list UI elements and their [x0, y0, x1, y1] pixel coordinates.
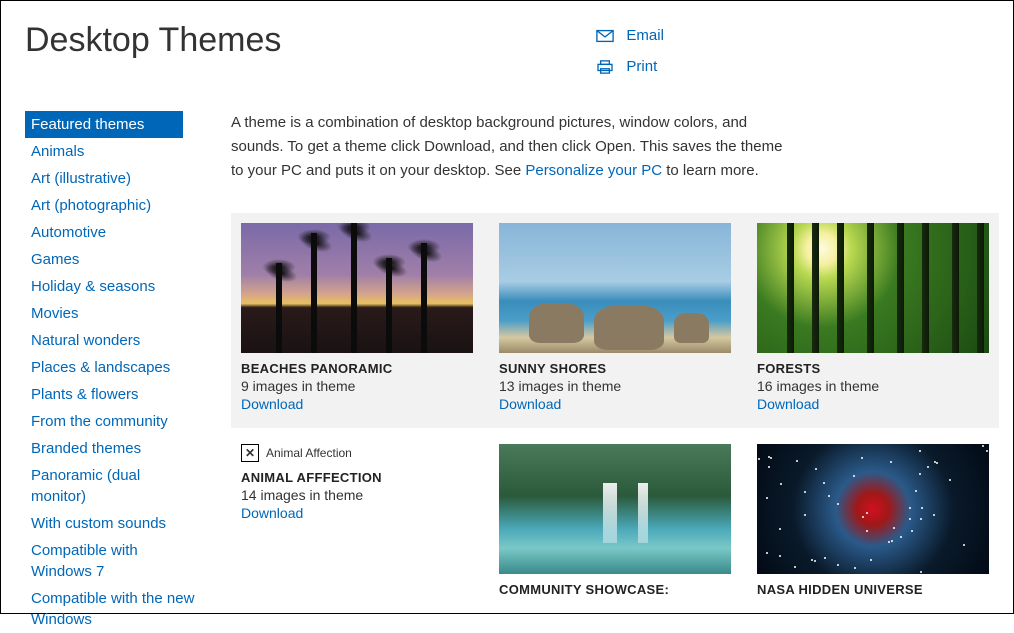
theme-title: BEACHES PANORAMIC — [241, 361, 473, 376]
intro-text: A theme is a combination of desktop back… — [231, 111, 791, 183]
theme-card: SUNNY SHORES 13 images in theme Download — [499, 223, 731, 414]
sidebar-item[interactable]: Games — [25, 246, 205, 273]
theme-thumbnail[interactable] — [499, 223, 731, 353]
sidebar-item[interactable]: Compatible with Windows 7 — [25, 537, 205, 585]
theme-thumbnail[interactable] — [499, 444, 731, 574]
download-link[interactable]: Download — [757, 396, 819, 412]
broken-image: ✕ Animal Affection — [241, 444, 473, 462]
sidebar-item[interactable]: Panoramic (dual monitor) — [25, 462, 205, 510]
sidebar-item[interactable]: Art (photographic) — [25, 192, 205, 219]
email-link[interactable]: Email — [596, 27, 664, 44]
theme-card: NASA HIDDEN UNIVERSE — [757, 444, 989, 597]
print-link[interactable]: Print — [596, 58, 664, 75]
theme-card: FORESTS 16 images in theme Download — [757, 223, 989, 414]
theme-title: NASA HIDDEN UNIVERSE — [757, 582, 989, 597]
theme-count: 16 images in theme — [757, 378, 989, 394]
theme-title: SUNNY SHORES — [499, 361, 731, 376]
email-icon — [596, 29, 614, 43]
sidebar-item[interactable]: Animals — [25, 138, 205, 165]
theme-row-secondary: ✕ Animal Affection ANIMAL AFFFECTION 14 ima… — [231, 444, 999, 597]
theme-card: BEACHES PANORAMIC 9 images in theme Downlo… — [241, 223, 473, 414]
print-icon — [596, 60, 614, 74]
sidebar-item[interactable]: Featured themes — [25, 111, 183, 138]
theme-title: COMMUNITY SHOWCASE: — [499, 582, 731, 597]
theme-count: 14 images in theme — [241, 487, 473, 503]
theme-card: ✕ Animal Affection ANIMAL AFFFECTION 14 ima… — [241, 444, 473, 597]
sidebar-item[interactable]: Natural wonders — [25, 327, 205, 354]
sidebar: Featured themesAnimalsArt (illustrative)… — [25, 111, 205, 633]
theme-count: 9 images in theme — [241, 378, 473, 394]
download-link[interactable]: Download — [499, 396, 561, 412]
sidebar-item[interactable]: Automotive — [25, 219, 205, 246]
theme-title: FORESTS — [757, 361, 989, 376]
sidebar-item[interactable]: Places & landscapes — [25, 354, 205, 381]
broken-image-icon: ✕ — [241, 444, 259, 462]
intro-after: to learn more. — [662, 162, 759, 179]
theme-thumbnail[interactable] — [241, 223, 473, 353]
sidebar-item[interactable]: Art (illustrative) — [25, 165, 205, 192]
sidebar-item[interactable]: Plants & flowers — [25, 381, 205, 408]
sidebar-item[interactable]: Branded themes — [25, 435, 205, 462]
theme-thumbnail[interactable] — [757, 223, 989, 353]
theme-row-featured: BEACHES PANORAMIC 9 images in theme Downlo… — [231, 213, 999, 428]
sidebar-item[interactable]: With custom sounds — [25, 510, 205, 537]
download-link[interactable]: Download — [241, 396, 303, 412]
page-title: Desktop Themes — [25, 21, 281, 60]
personalize-link[interactable]: Personalize your PC — [525, 162, 662, 179]
print-label: Print — [626, 58, 657, 75]
broken-image-alt: Animal Affection — [266, 446, 352, 460]
email-label: Email — [626, 27, 664, 44]
theme-count: 13 images in theme — [499, 378, 731, 394]
sidebar-item[interactable]: Compatible with the new Windows — [25, 585, 205, 633]
sidebar-item[interactable]: Holiday & seasons — [25, 273, 205, 300]
sidebar-item[interactable]: From the community — [25, 408, 205, 435]
sidebar-item[interactable]: Movies — [25, 300, 205, 327]
download-link[interactable]: Download — [241, 505, 303, 521]
theme-card: COMMUNITY SHOWCASE: — [499, 444, 731, 597]
theme-title: ANIMAL AFFFECTION — [241, 470, 473, 485]
theme-thumbnail[interactable] — [757, 444, 989, 574]
